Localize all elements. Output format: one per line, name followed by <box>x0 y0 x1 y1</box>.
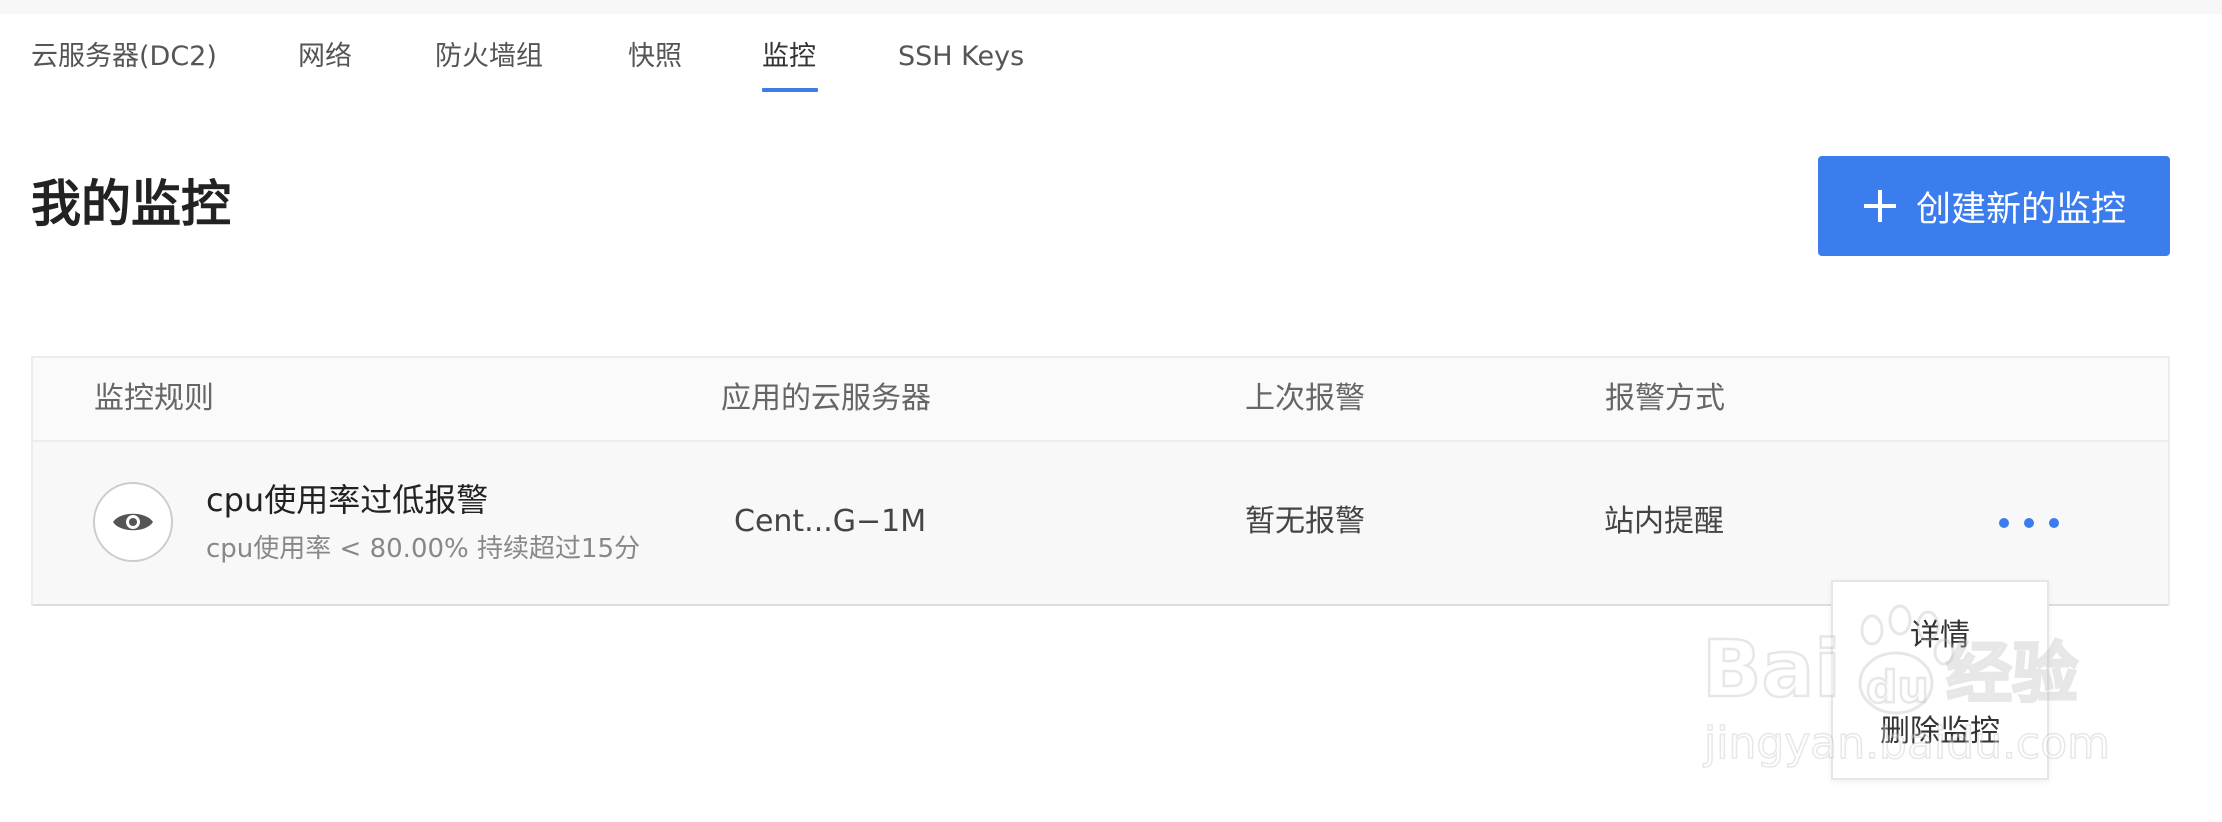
tab-monitor[interactable]: 监控 <box>762 38 818 94</box>
rule-name[interactable]: cpu使用率过低报警 <box>206 478 488 522</box>
monitor-table: 监控规则 应用的云服务器 上次报警 报警方式 cpu使用率过低报警 cpu使用率… <box>31 356 2170 606</box>
eye-icon <box>113 513 153 531</box>
top-strip <box>0 0 2222 14</box>
tab-cloud-server[interactable]: 云服务器(DC2) <box>31 38 298 94</box>
tab-firewall-group[interactable]: 防火墙组 <box>435 38 628 94</box>
tab-snapshot[interactable]: 快照 <box>628 38 762 94</box>
last-alarm-cell: 暂无报警 <box>1245 504 1365 539</box>
menu-item-details[interactable]: 详情 <box>1833 614 2047 658</box>
table-header: 监控规则 应用的云服务器 上次报警 报警方式 <box>33 358 2168 442</box>
row-action-menu: 详情 删除监控 <box>1831 580 2049 780</box>
create-monitor-button[interactable]: 创建新的监控 <box>1818 156 2170 256</box>
watermark-bai: Bai <box>1702 625 1841 715</box>
more-dots-icon[interactable] <box>1999 506 2059 540</box>
column-header-rule: 监控规则 <box>94 381 214 416</box>
tab-ssh-keys[interactable]: SSH Keys <box>898 38 1024 94</box>
dot <box>2024 518 2034 528</box>
column-header-alarm-method: 报警方式 <box>1605 381 1725 416</box>
create-monitor-label: 创建新的监控 <box>1915 189 2126 230</box>
rule-description: cpu使用率 < 80.00% 持续超过15分 <box>206 534 641 564</box>
column-header-server: 应用的云服务器 <box>721 381 931 416</box>
server-cell: Cent...G−1M <box>734 504 927 539</box>
alarm-method-cell: 站内提醒 <box>1604 504 1724 539</box>
dot <box>2049 518 2059 528</box>
column-header-last-alarm: 上次报警 <box>1245 381 1365 416</box>
tab-bar: 云服务器(DC2) 网络 防火墙组 快照 监控 SSH Keys <box>31 38 1024 94</box>
plus-icon <box>1863 190 1896 222</box>
dot <box>1999 518 2009 528</box>
eye-icon-button[interactable] <box>93 482 173 562</box>
page-title: 我的监控 <box>31 175 231 233</box>
menu-item-delete-monitor[interactable]: 删除监控 <box>1833 710 2047 754</box>
tab-network[interactable]: 网络 <box>298 38 435 94</box>
